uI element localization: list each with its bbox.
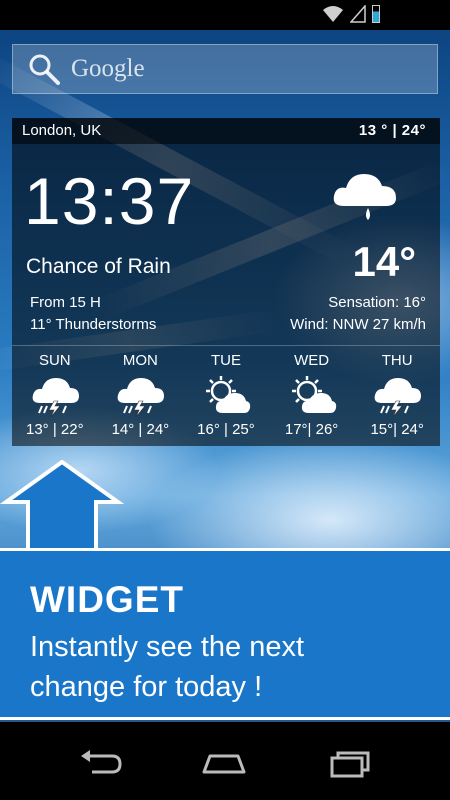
forecast-day: SUN 13° | 22°	[12, 350, 98, 442]
widget-header: London, UK 13 ° | 24°	[12, 118, 440, 144]
day-name: SUN	[38, 352, 71, 369]
forecast-row: SUN 13° | 22° MON 14° | 24° TUE 16° | 25…	[12, 350, 440, 442]
forecast-day: THU 15°| 24°	[354, 350, 440, 442]
search-bar[interactable]: Google	[12, 44, 438, 94]
forecast-day: TUE 16° | 25°	[183, 350, 269, 442]
signal-icon	[350, 5, 366, 23]
day-temps: 14° | 24°	[111, 421, 170, 438]
weather-widget[interactable]: London, UK 13 ° | 24° 13:37 Chance of Ra…	[12, 118, 440, 446]
day-name: THU	[381, 352, 413, 369]
day-temps: 13° | 22°	[25, 421, 84, 438]
partly-cloudy-icon	[291, 376, 336, 413]
search-placeholder: Google	[71, 55, 145, 82]
day-name: MON	[122, 352, 158, 369]
day-name: TUE	[210, 352, 241, 369]
thunderstorm-icon	[374, 378, 422, 417]
day-temps: 17°| 26°	[284, 421, 339, 438]
back-icon[interactable]	[78, 748, 126, 778]
forecast-day: MON 14° | 24°	[98, 350, 184, 442]
wifi-icon	[323, 6, 343, 22]
battery-icon	[372, 5, 380, 23]
partly-cloudy-icon	[205, 376, 251, 413]
location-label: London, UK	[22, 122, 102, 139]
temp-range: 13 ° | 24°	[358, 122, 426, 139]
recents-icon[interactable]	[326, 748, 374, 778]
search-icon	[29, 54, 60, 85]
divider	[12, 345, 440, 346]
promo-banner: WIDGET Instantly see the next change for…	[0, 548, 450, 720]
banner-text-line: change for today !	[30, 671, 263, 703]
from-label: From 15 H	[30, 294, 101, 311]
storms-label: 11° Thunderstorms	[30, 316, 157, 333]
rain-cloud-icon	[333, 174, 396, 220]
home-icon[interactable]	[200, 748, 248, 778]
navigation-bar	[0, 722, 450, 800]
banner-text-line: Instantly see the next	[30, 631, 305, 663]
day-temps: 15°| 24°	[370, 421, 424, 438]
day-temps: 16° | 25°	[197, 421, 255, 438]
status-bar	[0, 0, 450, 30]
home-screen: Google London, UK 13 ° | 24° 13:37 Chanc…	[0, 0, 450, 800]
clock-time[interactable]: 13:37	[24, 168, 194, 234]
forecast-day: WED 17°| 26°	[269, 350, 355, 442]
day-name: WED	[294, 352, 330, 369]
sensation-label: Sensation: 16°	[328, 294, 426, 311]
wind-label: Wind: NNW 27 km/h	[290, 316, 426, 333]
banner-title: WIDGET	[30, 579, 184, 620]
thunderstorm-icon	[118, 378, 165, 417]
thunderstorm-icon	[32, 378, 79, 417]
up-arrow-icon	[0, 460, 450, 552]
condition-label: Chance of Rain	[26, 255, 171, 278]
current-temperature: 14°	[352, 238, 416, 285]
